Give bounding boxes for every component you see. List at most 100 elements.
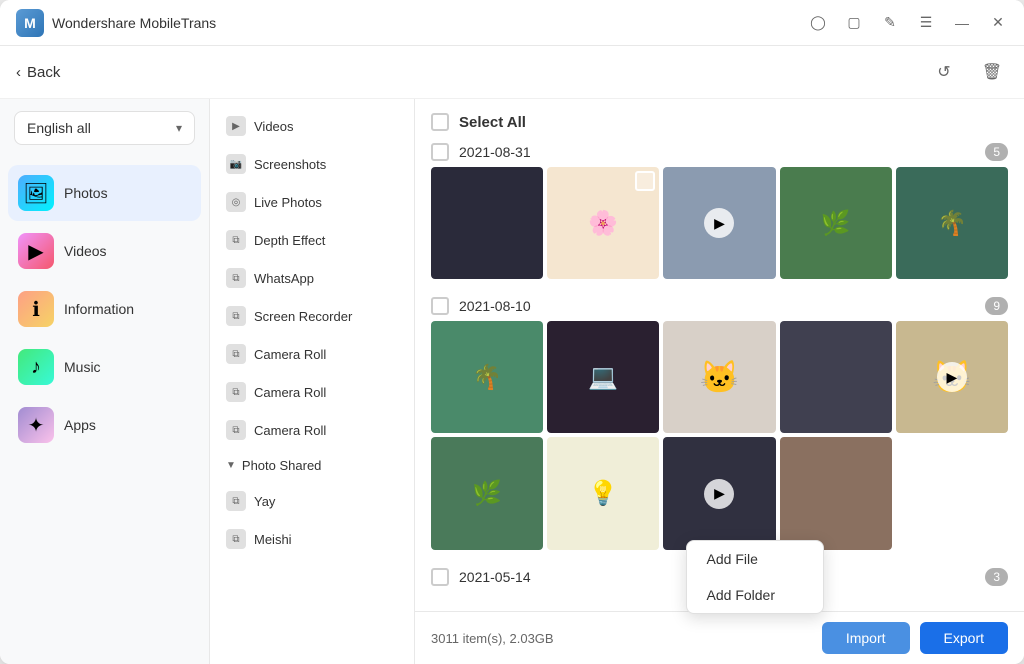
photo-thumb[interactable]: 🌿 [431,437,543,549]
screenshots-label: Screenshots [254,157,326,172]
photo-image: 🐱 [663,321,775,433]
middle-item-depth-effect[interactable]: ⧉ Depth Effect [210,221,414,259]
edit-icon[interactable]: ✎ [880,13,900,33]
date-1-label: 2021-08-31 [459,144,531,160]
profile-icon[interactable]: ◯ [808,13,828,33]
date-3-label: 2021-05-14 [459,569,531,585]
sidebar-item-photos[interactable]: 🖼 Photos [8,165,201,221]
middle-item-meishi[interactable]: ⧉ Meishi [210,520,414,558]
photo-select-overlay[interactable] [635,171,655,191]
photo-thumb[interactable]: 🐱 ▶ [896,321,1008,433]
photo-image [780,321,892,433]
window-icon[interactable]: ▢ [844,13,864,33]
sidebar: English all ▾ 🖼 Photos ▶ Videos ℹ Inform… [0,99,210,664]
middle-item-screen-recorder[interactable]: ⧉ Screen Recorder [210,297,414,335]
videos-label: Videos [64,243,107,259]
camera-roll-2-label: Camera Roll [254,385,326,400]
export-button[interactable]: Export [920,622,1008,654]
photos-icon: 🖼 [18,175,54,211]
middle-panel: ▶ Videos 📷 Screenshots ◎ Live Photos ⧉ D… [210,99,415,664]
nav-items: 🖼 Photos ▶ Videos ℹ Information ♪ Music … [0,157,209,461]
photo-grid-1: 🌸 ▶ 🌿 🌴 [431,167,1008,279]
close-button[interactable]: ✕ [988,13,1008,33]
date-checkbox-2: 2021-08-10 [431,297,531,315]
date-row-2: 2021-08-10 9 [431,291,1008,321]
screen-recorder-icon: ⧉ [226,306,246,326]
photo-thumb[interactable] [780,437,892,549]
photo-thumb[interactable]: 🌴 [896,167,1008,279]
expand-icon: ▼ [226,460,236,471]
videos-icon: ▶ [18,233,54,269]
music-label: Music [64,359,101,375]
photo-shared-header[interactable]: ▼ Photo Shared [210,449,414,482]
whatsapp-label: WhatsApp [254,271,314,286]
footer: 3011 item(s), 2.03GB Import Export [415,611,1024,664]
sidebar-item-music[interactable]: ♪ Music [8,339,201,395]
middle-item-whatsapp[interactable]: ⧉ WhatsApp [210,259,414,297]
camera-roll-2-icon: ⧉ [226,382,246,402]
titlebar-left: M Wondershare MobileTrans [16,9,216,37]
photo-thumb[interactable]: 💡 [547,437,659,549]
footer-buttons: Import Export [822,622,1008,654]
information-label: Information [64,301,134,317]
photo-image: 💡 [547,437,659,549]
photo-thumb[interactable]: 🌿 [780,167,892,279]
language-selector[interactable]: English all ▾ [14,111,195,145]
photo-area: Select All 2021-08-31 5 🌸 [415,99,1024,611]
language-label: English all [27,120,91,136]
photo-thumb[interactable]: ▶ [663,167,775,279]
sidebar-item-apps[interactable]: ✦ Apps [8,397,201,453]
sidebar-header: English all ▾ [0,99,209,157]
middle-item-videos[interactable]: ▶ Videos [210,107,414,145]
middle-item-camera-roll-3[interactable]: ⧉ Camera Roll [210,411,414,449]
date-2-label: 2021-08-10 [459,298,531,314]
date-3-checkbox[interactable] [431,568,449,586]
menu-icon[interactable]: ☰ [916,13,936,33]
back-button[interactable]: ‹ Back [16,64,60,81]
titlebar: M Wondershare MobileTrans ◯ ▢ ✎ ☰ — ✕ [0,0,1024,46]
select-all-row: Select All [431,107,1008,137]
photo-thumb[interactable]: 🌴 [431,321,543,433]
back-label: Back [27,64,60,81]
apps-icon: ✦ [18,407,54,443]
camera-roll-1-icon: ⧉ [226,344,246,364]
camera-roll-3-icon: ⧉ [226,420,246,440]
photo-thumb[interactable] [780,321,892,433]
context-menu-add-file[interactable]: Add File [687,541,823,577]
date-2-checkbox[interactable] [431,297,449,315]
date-1-checkbox[interactable] [431,143,449,161]
sidebar-item-videos[interactable]: ▶ Videos [8,223,201,279]
photo-image [431,167,543,279]
photos-label: Photos [64,185,108,201]
photo-image: 💻 [547,321,659,433]
back-chevron: ‹ [16,64,21,81]
sidebar-item-information[interactable]: ℹ Information [8,281,201,337]
undo-button[interactable]: ↺ [928,56,960,88]
photo-image: 🌿 [780,167,892,279]
delete-button[interactable]: 🗑 [976,56,1008,88]
photo-thumb[interactable]: 🌸 [547,167,659,279]
whatsapp-icon: ⧉ [226,268,246,288]
app-icon: M [16,9,44,37]
minimize-button[interactable]: — [952,13,972,33]
photo-thumb[interactable] [431,167,543,279]
photo-thumb[interactable]: ▶ [663,437,775,549]
middle-item-live-photos[interactable]: ◎ Live Photos [210,183,414,221]
play-button[interactable]: ▶ [704,479,734,509]
import-button[interactable]: Import [822,622,910,654]
middle-item-camera-roll-1[interactable]: ⧉ Camera Roll [210,335,414,373]
date-row-1: 2021-08-31 5 [431,137,1008,167]
select-all-checkbox[interactable] [431,113,449,131]
date-checkbox-1: 2021-08-31 [431,143,531,161]
play-button[interactable]: ▶ [937,362,967,392]
middle-item-camera-roll-2[interactable]: ⧉ Camera Roll [210,373,414,411]
context-menu-add-folder[interactable]: Add Folder [687,577,823,613]
photo-thumb[interactable]: 🐱 [663,321,775,433]
play-button[interactable]: ▶ [704,208,734,238]
middle-item-screenshots[interactable]: 📷 Screenshots [210,145,414,183]
live-photos-label: Live Photos [254,195,322,210]
main-window: M Wondershare MobileTrans ◯ ▢ ✎ ☰ — ✕ ‹ … [0,0,1024,664]
meishi-label: Meishi [254,532,292,547]
photo-thumb[interactable]: 💻 [547,321,659,433]
middle-item-yay[interactable]: ⧉ Yay [210,482,414,520]
